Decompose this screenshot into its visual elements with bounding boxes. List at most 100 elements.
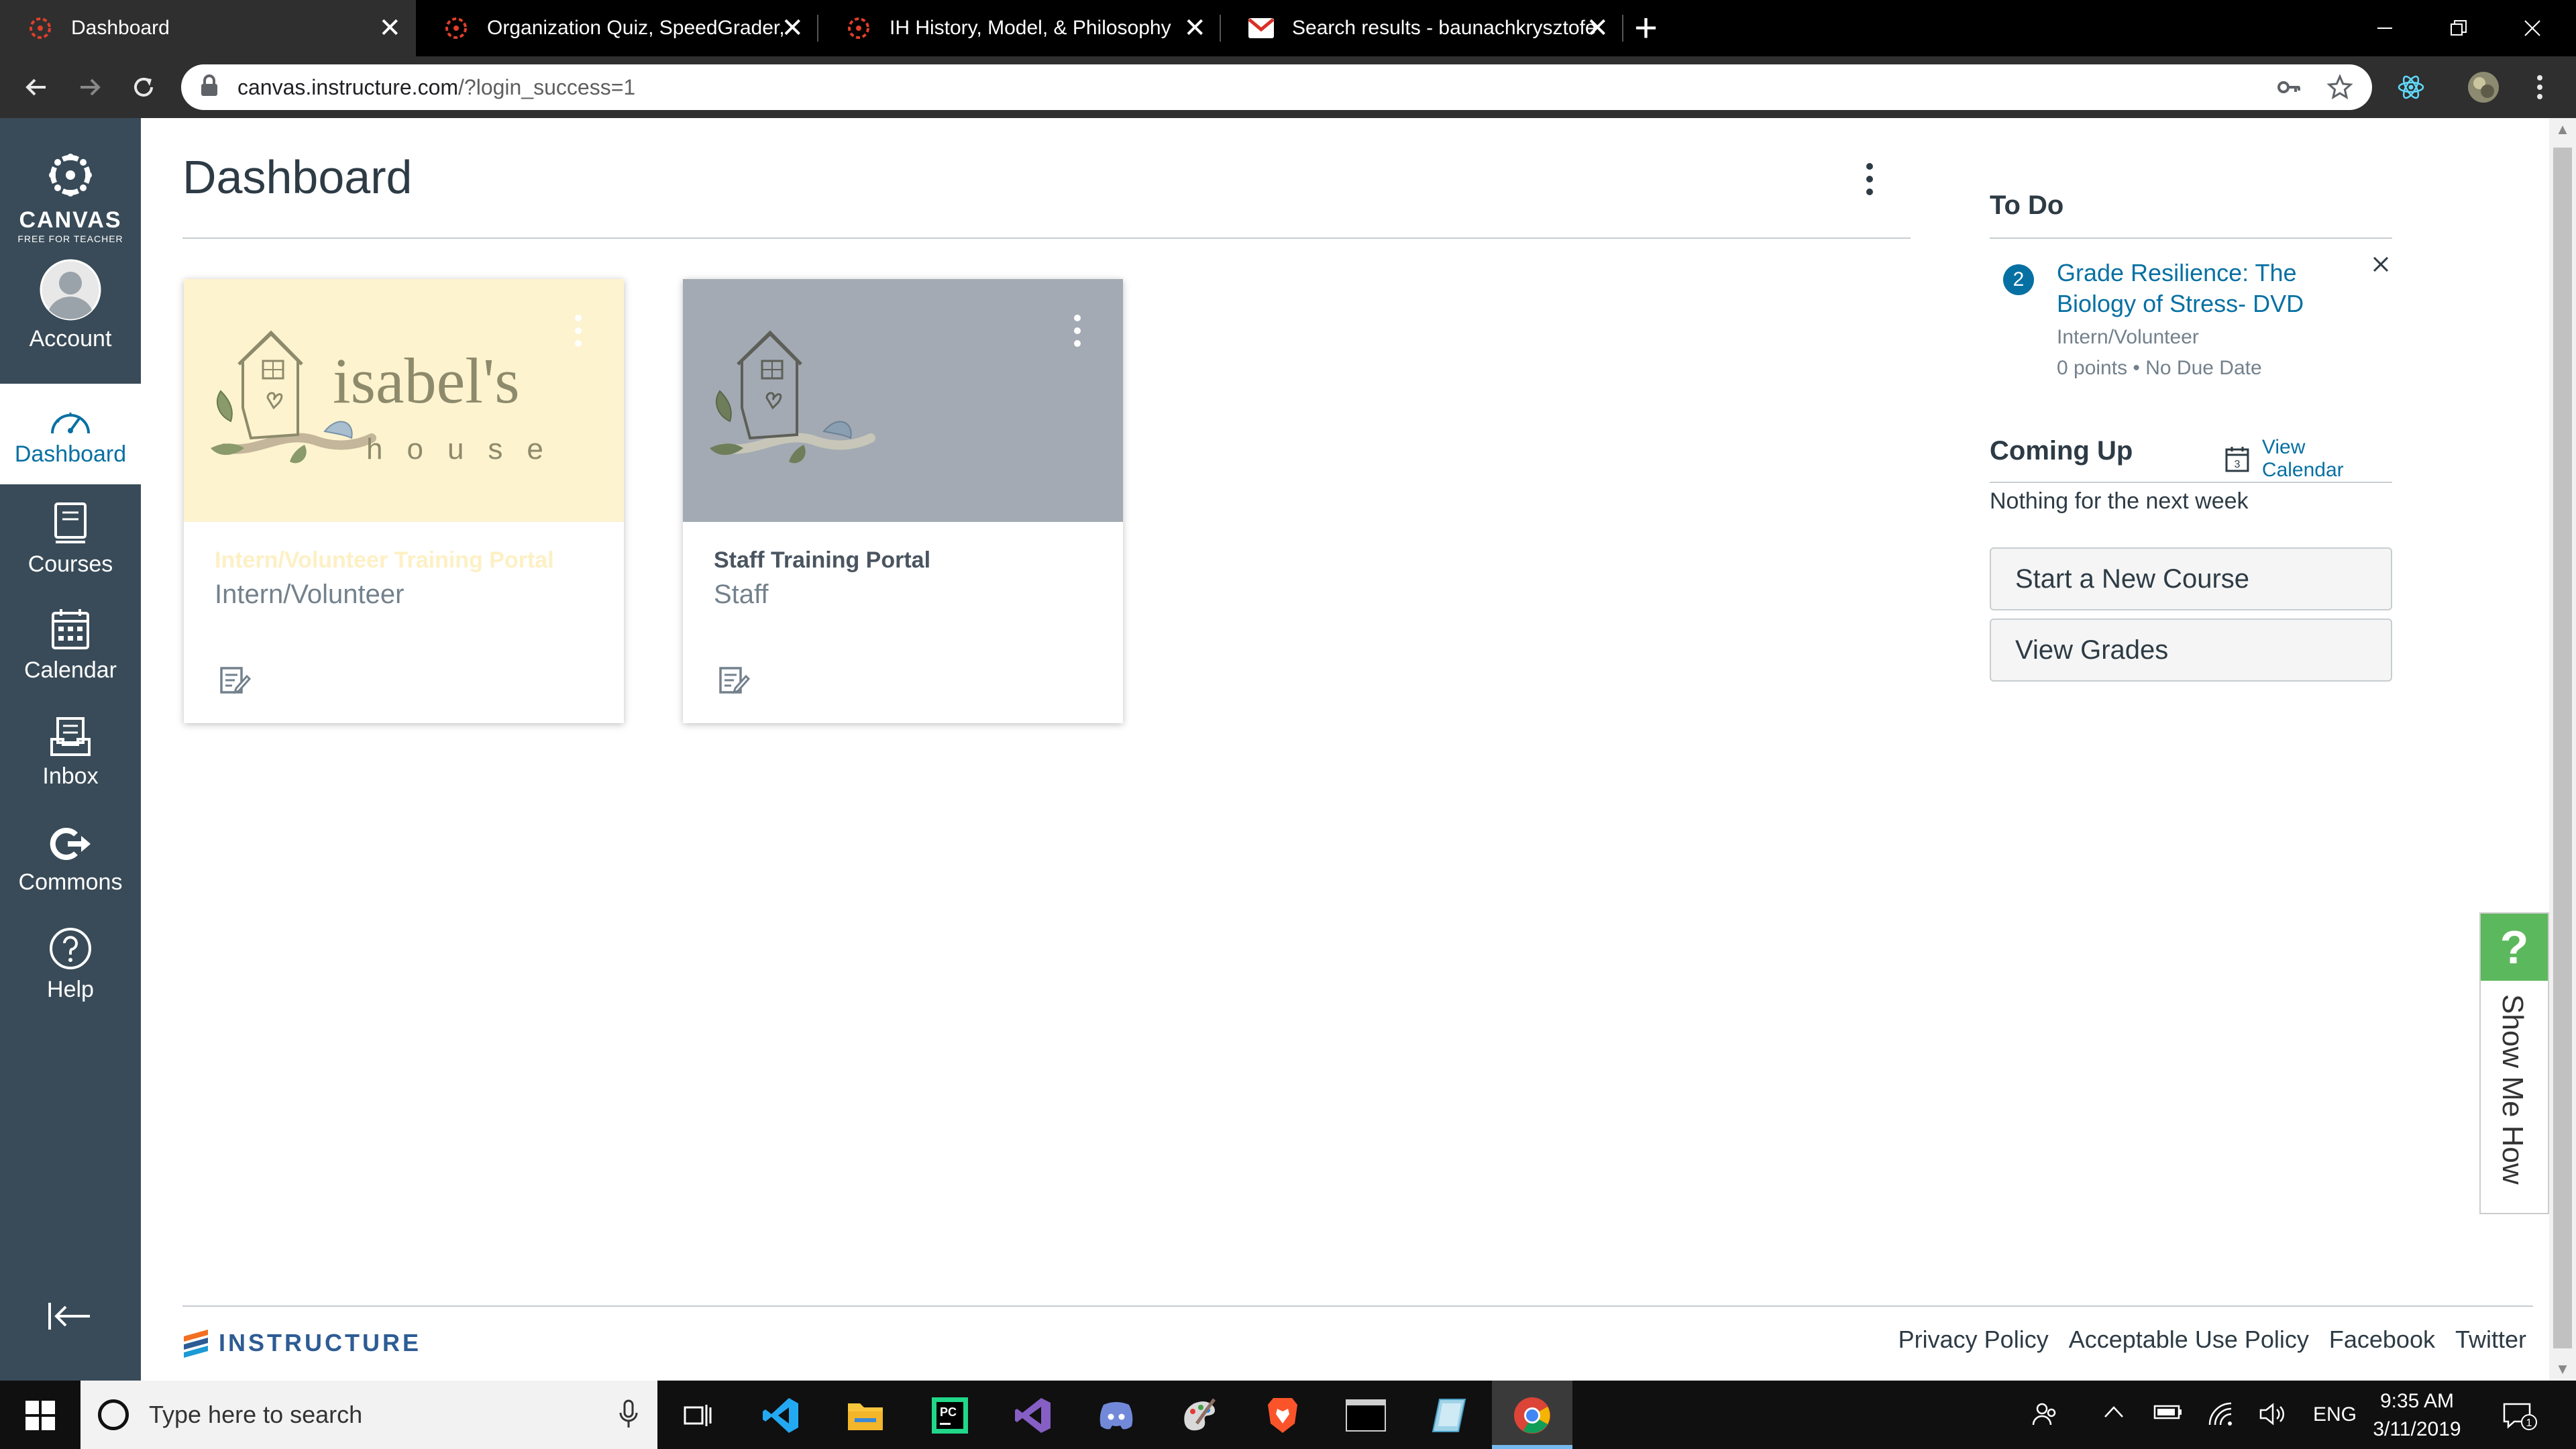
todo-heading: To Do — [1990, 191, 2064, 220]
close-icon[interactable]: ✕ — [378, 12, 401, 44]
terminal-icon[interactable] — [1346, 1395, 1386, 1436]
course-card-hero[interactable]: isabel's house — [184, 279, 624, 522]
nav-label: Commons — [18, 869, 123, 895]
inbox-icon — [0, 703, 141, 757]
back-button[interactable] — [16, 67, 56, 107]
volume-icon[interactable] — [2258, 1401, 2288, 1433]
collapse-nav-button[interactable] — [47, 1300, 93, 1339]
tab-ih-history[interactable]: IH History, Model, & Philosophy ✕ — [818, 0, 1221, 56]
battery-icon[interactable] — [2153, 1401, 2183, 1429]
coming-up-heading: Coming Up — [1990, 436, 2133, 466]
logo-word: isabel's — [333, 345, 520, 417]
tab-organization-quiz[interactable]: Organization Quiz, SpeedGrader, ✕ — [416, 0, 818, 56]
page-scrollbar[interactable]: ▲ ▼ — [2549, 118, 2576, 1381]
input-language[interactable]: ENG — [2313, 1403, 2357, 1426]
taskbar-search[interactable]: Type here to search — [80, 1381, 657, 1449]
assignments-icon[interactable] — [219, 664, 252, 700]
pycharm-icon[interactable]: PC — [930, 1395, 970, 1436]
nav-help[interactable]: Help — [0, 916, 141, 1017]
new-tab-button[interactable]: + — [1634, 7, 1658, 50]
card-options-icon[interactable] — [1073, 314, 1081, 351]
chrome-icon[interactable] — [1512, 1395, 1552, 1436]
dashboard-options-menu[interactable] — [1865, 162, 1878, 199]
wifi-icon[interactable] — [2207, 1401, 2234, 1433]
discord-icon[interactable] — [1096, 1395, 1136, 1436]
facebook-link[interactable]: Facebook — [2329, 1326, 2435, 1354]
isabels-house-logo — [710, 330, 875, 464]
instructure-logo[interactable]: INSTRUCTURE — [182, 1328, 421, 1358]
nav-label: Calendar — [24, 657, 117, 683]
notifications-icon[interactable]: 1 — [2502, 1401, 2537, 1436]
reload-button[interactable] — [123, 67, 164, 107]
canvas-icon — [441, 13, 471, 43]
key-icon[interactable] — [2275, 74, 2302, 107]
chrome-menu-icon[interactable] — [2522, 70, 2557, 105]
minimize-button[interactable] — [2348, 0, 2422, 56]
nav-label: Account — [29, 326, 112, 352]
view-grades-button[interactable]: View Grades — [1990, 619, 2392, 682]
tray-chevron-up-icon[interactable] — [2102, 1401, 2125, 1429]
canvas-icon — [25, 13, 55, 43]
show-me-how-button[interactable]: ? Show Me How — [2479, 912, 2549, 1214]
system-clock[interactable]: 9:35 AM 3/11/2019 — [2367, 1387, 2467, 1444]
start-new-course-button[interactable]: Start a New Course — [1990, 547, 2392, 610]
tab-title: Search results - baunachkrysztofe — [1292, 17, 1597, 39]
close-icon[interactable]: ✕ — [781, 12, 804, 44]
task-view-icon[interactable] — [678, 1395, 718, 1436]
course-card-hero[interactable] — [683, 279, 1123, 522]
visual-studio-icon[interactable] — [1013, 1395, 1053, 1436]
dismiss-icon[interactable] — [2372, 251, 2390, 279]
address-bar[interactable]: canvas.instructure.com/?login_success=1 — [181, 64, 2372, 110]
tab-title: IH History, Model, & Philosophy — [890, 17, 1171, 39]
nav-courses[interactable]: Courses — [0, 491, 141, 592]
scroll-down-icon[interactable]: ▼ — [2549, 1360, 2576, 1378]
view-calendar-link[interactable]: 3 View Calendar — [2224, 436, 2392, 482]
calendar-icon — [0, 597, 141, 651]
file-explorer-icon[interactable] — [845, 1395, 885, 1436]
star-icon[interactable] — [2326, 74, 2353, 107]
logo-text: CANVAS — [19, 207, 122, 233]
forward-button[interactable] — [70, 67, 110, 107]
paint-icon[interactable] — [1179, 1395, 1220, 1436]
url-text: canvas.instructure.com/?login_success=1 — [237, 74, 636, 99]
tab-gmail-search[interactable]: Search results - baunachkrysztofe ✕ — [1221, 0, 1623, 56]
card-options-icon[interactable] — [574, 314, 582, 351]
react-devtools-icon[interactable] — [2394, 70, 2428, 105]
nav-account[interactable]: Account — [0, 259, 141, 368]
assignments-icon[interactable] — [718, 664, 751, 700]
close-icon[interactable]: ✕ — [1183, 12, 1206, 44]
windows-taskbar: Type here to search PC ENG 9:35 AM 3/11/… — [0, 1381, 2576, 1449]
acceptable-use-link[interactable]: Acceptable Use Policy — [2069, 1326, 2309, 1354]
notepad-icon[interactable] — [1429, 1395, 1469, 1436]
course-name[interactable]: Intern/Volunteer Training Portal — [215, 547, 554, 574]
todo-item-link[interactable]: Grade Resilience: The Biology of Stress-… — [2057, 258, 2312, 319]
nav-calendar[interactable]: Calendar — [0, 597, 141, 698]
brave-icon[interactable] — [1263, 1395, 1303, 1436]
window-close-button[interactable] — [2496, 0, 2569, 56]
course-name[interactable]: Staff Training Portal — [714, 547, 930, 574]
dashboard-icon — [0, 384, 141, 437]
scroll-thumb[interactable] — [2553, 148, 2572, 1348]
course-card-staff[interactable]: Staff Training Portal Staff — [683, 279, 1123, 723]
course-card-intern[interactable]: isabel's house Intern/Volunteer Training… — [184, 279, 624, 723]
logo-sub: house — [366, 433, 568, 466]
view-calendar-label: View Calendar — [2261, 436, 2344, 481]
nav-inbox[interactable]: Inbox — [0, 703, 141, 804]
tab-dashboard[interactable]: Dashboard ✕ — [0, 0, 416, 56]
help-icon — [0, 916, 141, 970]
privacy-policy-link[interactable]: Privacy Policy — [1898, 1326, 2049, 1354]
nav-commons[interactable]: Commons — [0, 809, 141, 910]
scroll-up-icon[interactable]: ▲ — [2549, 121, 2576, 138]
footer-divider — [182, 1305, 2533, 1307]
twitter-link[interactable]: Twitter — [2455, 1326, 2526, 1354]
browser-toolbar: canvas.instructure.com/?login_success=1 — [0, 56, 2576, 118]
canvas-logo[interactable]: CANVAS FREE FOR TEACHER — [0, 152, 141, 244]
vscode-icon[interactable] — [761, 1395, 801, 1436]
windows-start-icon[interactable] — [25, 1401, 55, 1434]
profile-avatar-icon[interactable] — [2466, 70, 2501, 105]
close-icon[interactable]: ✕ — [1586, 12, 1609, 44]
restore-button[interactable] — [2422, 0, 2496, 56]
people-icon[interactable] — [2031, 1401, 2058, 1433]
nav-dashboard[interactable]: Dashboard — [0, 384, 141, 484]
microphone-icon[interactable] — [619, 1399, 639, 1432]
